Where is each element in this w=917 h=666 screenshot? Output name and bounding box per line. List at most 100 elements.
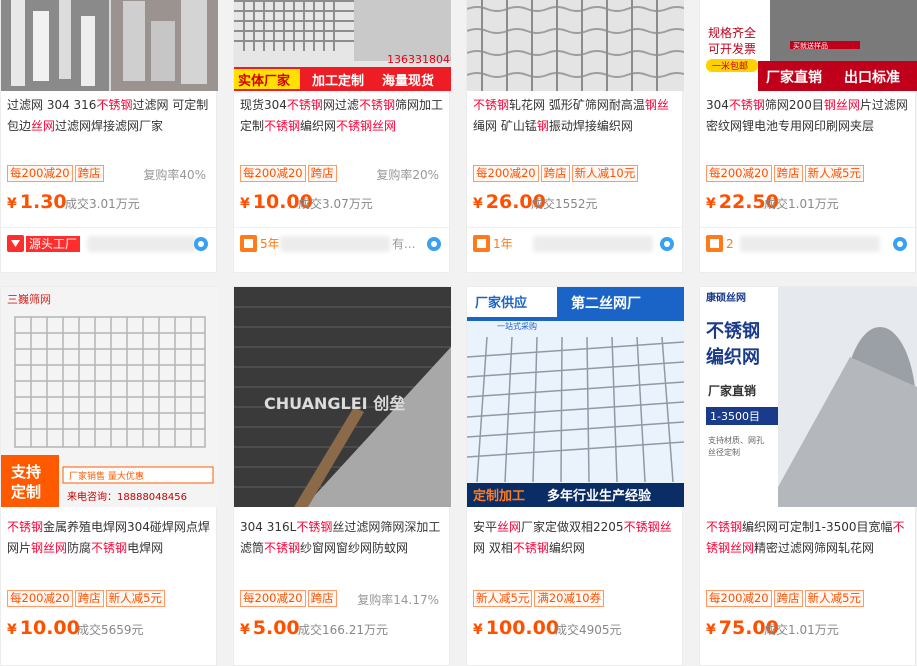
- product-price: ¥10.00: [7, 617, 80, 639]
- promo-tags: 每200减20 跨店: [7, 165, 104, 182]
- shop-row[interactable]: 2: [706, 233, 909, 255]
- promo-tag: 每200减20: [706, 590, 772, 607]
- keyword-highlight: 不锈钢: [512, 541, 549, 555]
- shop-row[interactable]: 5年 有...: [240, 233, 443, 255]
- title-text: 304 316L: [240, 520, 297, 534]
- title-text: 安平: [473, 520, 498, 534]
- chat-icon[interactable]: [660, 237, 674, 251]
- product-title[interactable]: 现货304不锈钢网过滤不锈钢筛网加工定制不锈钢编织网不锈钢丝网: [240, 95, 443, 137]
- shop-row[interactable]: 1年: [473, 233, 676, 255]
- svg-text:可开发票: 可开发票: [708, 41, 756, 56]
- product-card[interactable]: 规格齐全 可开发票 一米包邮 买就送样品 厂家直销 出口标准 304不锈钢筛网2…: [699, 0, 917, 273]
- promo-tag: 跨店: [773, 165, 803, 182]
- title-text: 振动焊接编织网: [548, 119, 633, 133]
- product-title[interactable]: 不锈钢编织网可定制1-3500目宽幅不锈钢丝网精密过滤网筛网轧花网: [706, 517, 909, 559]
- keyword-highlight: 不锈钢丝网: [336, 119, 397, 133]
- svg-text:一米包邮: 一米包邮: [712, 60, 748, 72]
- shop-years-icon: [240, 235, 257, 252]
- svg-text:支持材质、网孔: 支持材质、网孔: [708, 435, 764, 445]
- chat-icon[interactable]: [194, 237, 208, 251]
- title-text: 轧花网 弧形矿筛网耐高温: [509, 98, 645, 112]
- svg-text:康硕丝网: 康硕丝网: [706, 291, 746, 304]
- sales-volume: 成交3.07万元: [298, 197, 373, 211]
- svg-text:1-3500目: 1-3500目: [710, 410, 760, 423]
- chat-icon[interactable]: [893, 237, 907, 251]
- shop-years-icon: [706, 235, 723, 252]
- product-title[interactable]: 不锈钢轧花网 弧形矿筛网耐高温钢丝绳网 矿山锰钢振动焊接编织网: [473, 95, 676, 137]
- title-text: 编织网可定制1-3500目宽幅: [742, 520, 893, 534]
- svg-text:丝径定制: 丝径定制: [708, 447, 740, 457]
- product-card[interactable]: 过滤网 304 316不锈钢过滤网 可定制包边丝网过滤网焊接滤网厂家 每200减…: [0, 0, 218, 273]
- title-text: 过滤网焊接滤网厂家: [55, 119, 164, 133]
- promo-tag: 每200减20: [240, 165, 306, 182]
- product-card[interactable]: 13633180460 实体厂家 加工定制 海量现货 现货304不锈钢网过滤不锈…: [233, 0, 451, 273]
- title-text: 筛网200目: [764, 98, 824, 112]
- promo-tag: 每200减20: [240, 590, 306, 607]
- svg-text:实体厂家: 实体厂家: [238, 73, 291, 89]
- promo-tags: 每200减20 跨店 新人减5元: [706, 590, 864, 607]
- keyword-highlight: 不锈钢: [286, 98, 323, 112]
- promo-tag: 跨店: [540, 165, 570, 182]
- svg-text:定制加工: 定制加工: [472, 488, 525, 504]
- product-card[interactable]: 三巍筛网 支持 定制 厂家销售 量大优惠 来电咨询：18888048456 不锈…: [0, 286, 218, 666]
- shop-row[interactable]: 源头工厂: [7, 233, 210, 255]
- svg-text:多年行业生产经验: 多年行业生产经验: [547, 488, 652, 504]
- product-title[interactable]: 过滤网 304 316不锈钢过滤网 可定制包边丝网过滤网焊接滤网厂家: [7, 95, 210, 137]
- title-text: 防腐: [67, 541, 92, 555]
- product-card[interactable]: 不锈钢轧花网 弧形矿筛网耐高温钢丝绳网 矿山锰钢振动焊接编织网 每200减20 跨…: [466, 0, 684, 273]
- keyword-highlight: 不锈钢: [358, 98, 395, 112]
- promo-tag: 满20减10券: [534, 590, 605, 607]
- chat-icon[interactable]: [427, 237, 441, 251]
- keyword-highlight: 不锈钢: [264, 119, 301, 133]
- product-title[interactable]: 不锈钢金属养殖电焊网304碰焊网点焊网片钢丝网防腐不锈钢电焊网: [7, 517, 210, 559]
- sales-volume: 成交1552元: [531, 197, 598, 211]
- keyword-highlight: 钢丝网: [823, 98, 860, 112]
- svg-text:第二丝网厂: 第二丝网厂: [571, 295, 641, 312]
- product-image[interactable]: [467, 0, 684, 91]
- svg-text:买就送样品: 买就送样品: [793, 41, 828, 50]
- product-image[interactable]: 规格齐全 可开发票 一米包邮 买就送样品 厂家直销 出口标准: [700, 0, 917, 91]
- title-text: 精密过滤网筛网轧花网: [754, 541, 875, 555]
- svg-text:海量现货: 海量现货: [382, 73, 434, 89]
- promo-tags: 每200减20 跨店: [240, 590, 337, 607]
- product-card[interactable]: CHUANGLEI 创垒 304 316L不锈钢丝过滤网筛网深加工滤筒不锈钢纱窗…: [233, 286, 451, 666]
- repurchase-rate: 复购率40%: [143, 168, 206, 182]
- keyword-highlight: 不锈钢: [728, 98, 765, 112]
- shop-years: 1年: [493, 237, 513, 251]
- product-image[interactable]: 厂家供应 第二丝网厂 一站式采购 定制加工 多年行业生产经验: [467, 287, 684, 507]
- promo-tag: 跨店: [773, 590, 803, 607]
- promo-tags: 每200减20 跨店 新人减5元: [706, 165, 864, 182]
- sales-volume: 成交166.21万元: [298, 623, 388, 637]
- product-image[interactable]: 康硕丝网 不锈钢 编织网 厂家直销 1-3500目 支持材质、网孔 丝径定制: [700, 287, 917, 507]
- title-text: 编织网: [300, 119, 337, 133]
- keyword-highlight: 钢丝网: [31, 541, 68, 555]
- product-title[interactable]: 304 316L不锈钢丝过滤网筛网深加工滤筒不锈钢纱窗网窗纱网防蚊网: [240, 517, 443, 559]
- product-image[interactable]: 13633180460 实体厂家 加工定制 海量现货: [234, 0, 451, 91]
- svg-text:不锈钢: 不锈钢: [706, 320, 760, 342]
- keyword-highlight: 丝网: [497, 520, 522, 534]
- promo-tags: 新人减5元 满20减10券: [473, 590, 605, 607]
- product-card[interactable]: 厂家供应 第二丝网厂 一站式采购 定制加工 多年行业生产经验 安平丝网厂家定做双…: [466, 286, 684, 666]
- promo-tag: 跨店: [307, 165, 337, 182]
- title-text: 网 双相: [473, 541, 513, 555]
- keyword-highlight: 不锈钢丝: [623, 520, 672, 534]
- svg-text:定制: 定制: [11, 483, 41, 501]
- product-title[interactable]: 304不锈钢筛网200目钢丝网片过滤网密纹网锂电池专用网印刷网夹层: [706, 95, 909, 137]
- product-card[interactable]: 康硕丝网 不锈钢 编织网 厂家直销 1-3500目 支持材质、网孔 丝径定制 不…: [699, 286, 917, 666]
- product-image[interactable]: 三巍筛网 支持 定制 厂家销售 量大优惠 来电咨询：18888048456: [1, 287, 218, 507]
- keyword-highlight: 不锈钢: [96, 98, 133, 112]
- product-price: ¥100.00: [473, 617, 560, 639]
- svg-text:厂家销售 量大优惠: 厂家销售 量大优惠: [69, 470, 144, 482]
- sales-volume: 成交1.01万元: [764, 197, 839, 211]
- product-image[interactable]: CHUANGLEI 创垒: [234, 287, 451, 507]
- product-image[interactable]: [1, 0, 218, 91]
- shop-years: 5年: [260, 237, 280, 251]
- sales-volume: 成交5659元: [77, 623, 144, 637]
- promo-tag: 每200减20: [7, 165, 73, 182]
- promo-tag: 新人减5元: [105, 590, 165, 607]
- svg-text:支持: 支持: [10, 463, 41, 481]
- sales-volume: 成交4905元: [555, 623, 622, 637]
- promo-tags: 每200减20 跨店: [240, 165, 337, 182]
- svg-text:三巍筛网: 三巍筛网: [7, 292, 51, 306]
- product-title[interactable]: 安平丝网厂家定做双相2205不锈钢丝网 双相不锈钢编织网: [473, 517, 676, 559]
